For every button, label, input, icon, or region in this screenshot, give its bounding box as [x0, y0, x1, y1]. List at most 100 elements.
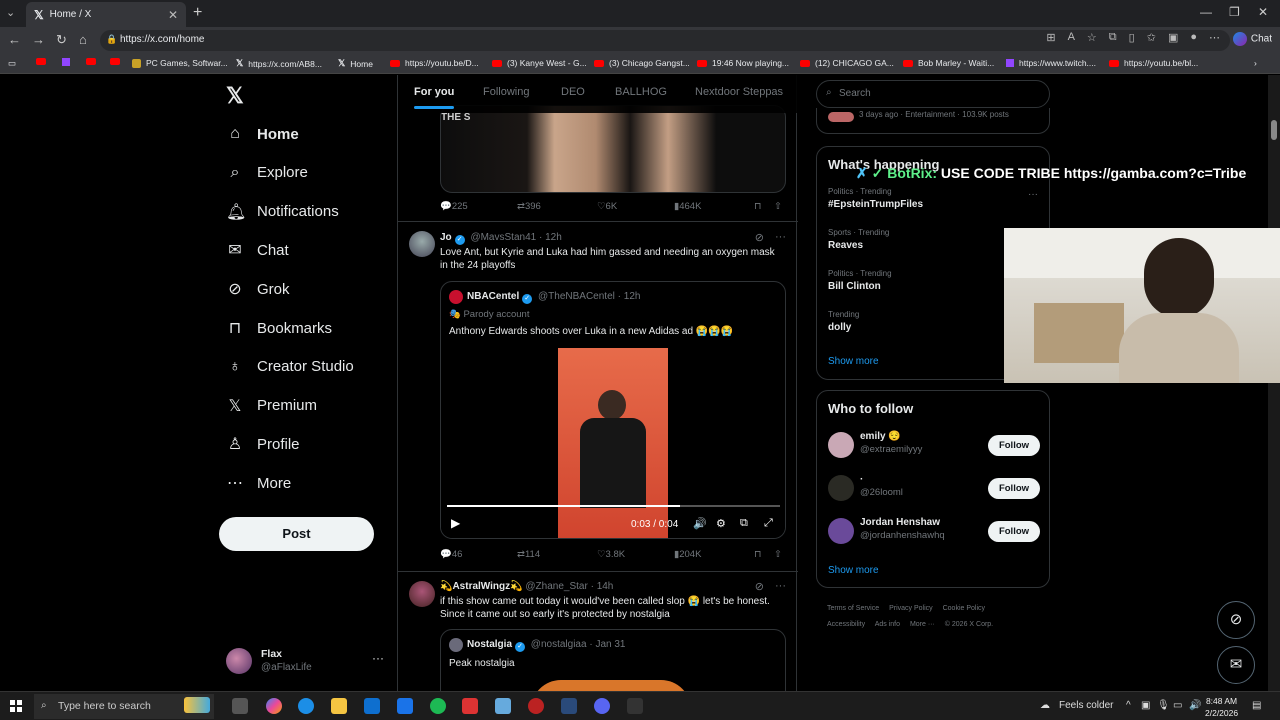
file-explorer-icon[interactable] — [331, 698, 347, 714]
author-name[interactable]: Jo — [440, 232, 452, 243]
follow-button[interactable]: Follow — [988, 478, 1040, 499]
show-more-trends-link[interactable]: Show more — [828, 356, 879, 367]
like-button[interactable]: ♡ 6K — [597, 201, 617, 212]
quote-tweet[interactable]: NBACentel ✓ @TheNBACentel · 12h 🎭 Parody … — [440, 281, 786, 539]
reply-button[interactable]: 💬 225 — [440, 201, 468, 212]
search-highlight-icon[interactable] — [184, 697, 210, 713]
apps-icon[interactable]: ⊞ — [1046, 31, 1055, 44]
trend-item[interactable]: Politics · Trending #EpsteinTrumpFiles ·… — [828, 187, 1038, 210]
task-view-icon[interactable] — [232, 698, 248, 714]
favorites-icon[interactable]: ✩ — [1147, 31, 1156, 44]
minimize-icon[interactable]: — — [1200, 5, 1212, 19]
repost-button[interactable]: ⇄ 114 — [517, 549, 540, 560]
bookmark-item[interactable] — [36, 58, 51, 65]
reply-button[interactable]: 💬 46 — [440, 549, 462, 560]
split-screen-icon[interactable]: ▯ — [1129, 31, 1135, 44]
close-window-icon[interactable]: ✕ — [1258, 5, 1268, 19]
app-icon[interactable] — [462, 698, 478, 714]
collections-icon[interactable]: ▣ — [1168, 31, 1178, 44]
tweet-time[interactable]: 14h — [597, 581, 614, 592]
follow-button[interactable]: Follow — [988, 435, 1040, 456]
nav-item-grok[interactable]: ⊘ Grok — [226, 274, 289, 304]
mic-icon[interactable]: 🎙 — [1157, 700, 1170, 711]
views-button[interactable]: ▮ 464K — [674, 201, 701, 212]
avatar[interactable] — [409, 581, 435, 607]
x-logo-icon[interactable]: 𝕏 — [226, 83, 244, 109]
author-name[interactable]: 💫AstralWingz💫 — [440, 581, 523, 592]
spotify-icon[interactable] — [430, 698, 446, 714]
page-scrollbar[interactable] — [1268, 75, 1280, 691]
bookmark-item[interactable]: (3) Kanye West - G... — [492, 58, 587, 68]
author-handle[interactable]: @Zhane_Star — [525, 581, 587, 592]
tray-chevron-icon[interactable]: ^ — [1126, 700, 1131, 711]
restore-icon[interactable]: ❐ — [1229, 5, 1240, 19]
steam-icon[interactable] — [561, 698, 577, 714]
video-progress-track[interactable] — [447, 505, 780, 507]
nav-item-chat[interactable]: ✉ Chat — [226, 235, 288, 265]
weather-text[interactable]: Feels colder — [1059, 700, 1113, 711]
repost-button[interactable]: ⇄ 396 — [517, 201, 541, 212]
favorite-star-icon[interactable]: ☆ — [1087, 31, 1097, 44]
browser-tab[interactable]: 𝕏 Home / X ✕ — [26, 2, 186, 27]
bookmarks-menu-icon[interactable]: ▭ — [8, 58, 16, 69]
fullscreen-icon[interactable]: ⤢ — [764, 517, 773, 530]
clock[interactable]: 8:48 AM 2/2/2026 — [1205, 695, 1238, 719]
tab-nextdoor-steppas[interactable]: Nextdoor Steppas — [695, 86, 783, 98]
avatar[interactable] — [409, 231, 435, 257]
settings-more-icon[interactable]: ⋯ — [1209, 31, 1220, 44]
home-browser-icon[interactable]: ⌂ — [79, 32, 87, 47]
copilot-chat-button[interactable]: Chat — [1232, 32, 1272, 46]
messages-float-icon[interactable]: ✉ — [1217, 646, 1255, 684]
tab-for-you[interactable]: For you — [414, 86, 455, 109]
mail-app-icon[interactable] — [397, 698, 413, 714]
bookmark-item[interactable]: https://www.twitch.... — [1006, 58, 1096, 68]
nav-item-home[interactable]: ⌂ Home — [226, 119, 299, 149]
bookmarks-overflow-icon[interactable]: › — [1254, 58, 1257, 68]
search-input[interactable]: ⌕ Search — [816, 80, 1050, 108]
bookmark-button[interactable]: ⊓ — [754, 549, 761, 560]
bookmark-item[interactable]: 19:46 Now playing... — [697, 58, 789, 68]
volume-icon[interactable]: 🔊 — [1189, 700, 1201, 711]
video-player[interactable]: ▶ 0:03 / 0:04 🔊 ⚙ ⧉ ⤢ — [441, 348, 785, 538]
views-button[interactable]: ▮ 204K — [674, 549, 701, 560]
settings-gear-icon[interactable]: ⚙ — [716, 517, 726, 530]
footer-link[interactable]: Accessibility — [827, 621, 865, 628]
tab-ballhog[interactable]: BALLHOG — [615, 86, 667, 98]
nav-item-profile[interactable]: ♙ Profile — [226, 429, 300, 459]
bookmark-item[interactable] — [62, 58, 75, 66]
bookmark-item[interactable]: 𝕏 Home — [338, 58, 373, 69]
bookmark-item[interactable]: https://youtu.be/D... — [390, 58, 479, 68]
more-dots-icon[interactable]: ··· — [372, 651, 384, 665]
tab-following[interactable]: Following — [483, 86, 529, 98]
tweet[interactable]: 💫AstralWingz💫 @Zhane_Star · 14h ⊘ ··· if… — [398, 571, 798, 691]
profile-avatar-icon[interactable]: ● — [1190, 31, 1197, 44]
bookmark-item[interactable]: (12) CHICAGO GA... — [800, 58, 894, 68]
bookmark-item[interactable] — [86, 58, 101, 65]
copilot-app-icon[interactable] — [266, 698, 282, 714]
scrollbar-thumb[interactable] — [1271, 120, 1277, 140]
refresh-icon[interactable]: ↻ — [56, 32, 67, 48]
app-icon[interactable] — [528, 698, 544, 714]
footer-link[interactable]: Terms of Service — [827, 605, 879, 612]
follow-button[interactable]: Follow — [988, 521, 1040, 542]
windows-start-icon[interactable] — [10, 700, 22, 712]
show-more-follow-link[interactable]: Show more — [828, 565, 879, 576]
follow-suggestion[interactable]: · @26looml Follow — [828, 474, 1040, 504]
nav-item-creator-studio[interactable]: ♁ Creator Studio — [226, 352, 354, 382]
share-button[interactable]: ⇧ — [774, 549, 782, 560]
notifications-icon[interactable]: ▤ — [1252, 700, 1261, 711]
account-switcher[interactable]: Flax @aFlaxLife ··· — [226, 645, 386, 679]
author-handle[interactable]: @MavsStan41 — [470, 232, 536, 243]
tray-app-icon[interactable]: ▣ — [1141, 700, 1150, 711]
trend-top-card[interactable]: 3 days ago · Entertainment · 103.9K post… — [816, 108, 1050, 134]
footer-link[interactable]: Privacy Policy — [889, 605, 933, 612]
back-icon[interactable]: ← — [8, 32, 21, 47]
nav-item-more[interactable]: ⋯ More — [226, 468, 291, 498]
nav-item-explore[interactable]: ⌕ Explore — [226, 158, 308, 188]
pip-icon[interactable]: ⧉ — [740, 517, 748, 530]
weather-icon[interactable]: ☁ — [1040, 700, 1050, 711]
network-icon[interactable]: ▭ — [1173, 700, 1182, 711]
grok-icon[interactable]: ⊘ — [755, 231, 764, 244]
more-dots-icon[interactable]: ··· — [1028, 189, 1038, 200]
like-button[interactable]: ♡ 3.8K — [597, 549, 625, 560]
